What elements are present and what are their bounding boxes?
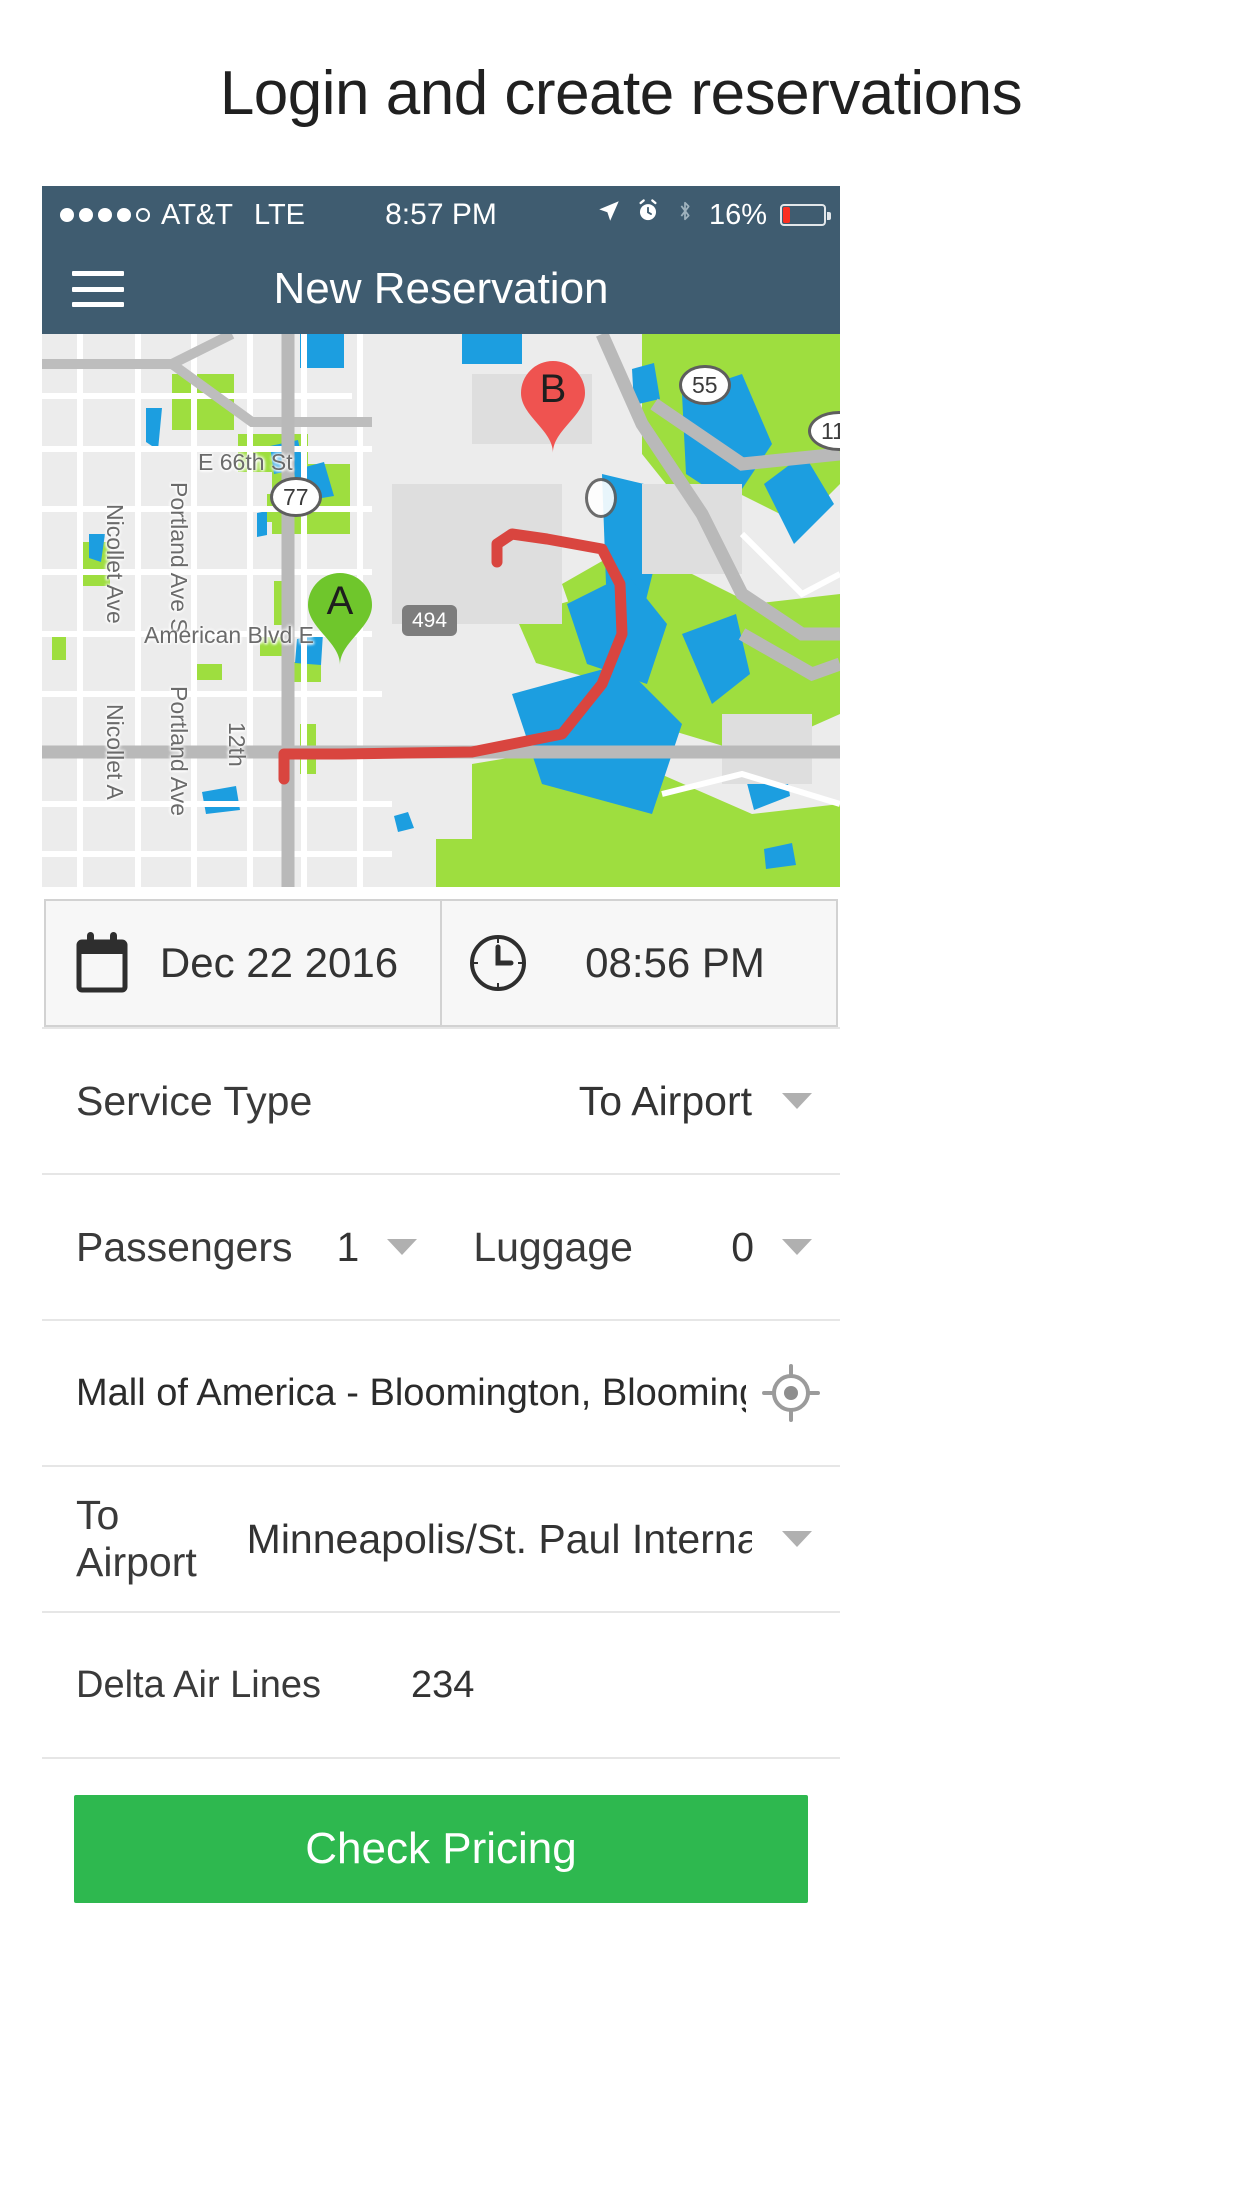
interstate-shield: 494 (402, 605, 458, 636)
signal-dot (60, 208, 74, 222)
airport-label: To Airport (76, 1492, 197, 1585)
crosshair-location-icon[interactable] (762, 1364, 820, 1422)
flight-number: 234 (411, 1663, 475, 1706)
battery-percent-label: 16% (708, 198, 767, 231)
calendar-icon (46, 932, 158, 994)
signal-dot (98, 208, 112, 222)
status-bar: AT&T LTE 8:57 PM 16% (42, 186, 840, 244)
map-street-label: Nicollet A (102, 704, 128, 800)
chevron-down-icon[interactable] (782, 1239, 812, 1255)
date-picker-field[interactable]: Dec 22 2016 (44, 899, 441, 1027)
clock-icon (442, 932, 554, 994)
app-navigation-bar: New Reservation (42, 244, 840, 334)
signal-dot (117, 208, 131, 222)
row-pickup-address[interactable]: Mall of America - Bloomington, Bloomingt… (42, 1319, 840, 1465)
map-marker-destination[interactable]: B (519, 360, 587, 455)
luggage-value: 0 (731, 1223, 754, 1270)
network-type-label: LTE (253, 198, 306, 231)
bluetooth-icon (674, 198, 696, 232)
passengers-label: Passengers (76, 1223, 293, 1270)
pickup-address-value[interactable]: Mall of America - Bloomington, Bloomingt… (76, 1372, 746, 1415)
map-street-label: Portland Ave S (166, 482, 192, 634)
row-passengers-luggage[interactable]: Passengers 1 Luggage 0 (42, 1173, 840, 1319)
phone-screen: AT&T LTE 8:57 PM 16% New Reservation E 6… (42, 186, 840, 2208)
map-street-label: American Blvd E (144, 622, 315, 648)
datetime-picker-row: Dec 22 2016 08:56 PM (42, 887, 840, 1027)
time-value: 08:56 PM (585, 939, 765, 986)
battery-icon (780, 204, 831, 226)
airport-value: Minneapolis/St. Paul Interna (246, 1515, 752, 1562)
chevron-down-icon[interactable] (782, 1093, 812, 1109)
screenshot-root: Login and create reservations AT&T LTE 8… (0, 0, 1242, 2208)
hamburger-bar (72, 286, 124, 292)
status-bar-left: AT&T LTE (60, 199, 305, 232)
hamburger-bar (72, 271, 124, 276)
map-street-label: Portland Ave (166, 686, 192, 817)
airline-name: Delta Air Lines (76, 1663, 322, 1706)
map-marker-origin[interactable]: A (306, 572, 374, 667)
battery-fill (783, 207, 790, 223)
date-value: Dec 22 2016 (159, 939, 399, 986)
map-street-label: 12th (224, 722, 250, 767)
alarm-clock-icon (635, 198, 661, 232)
row-flight[interactable]: Delta Air Lines 234 (42, 1611, 840, 1757)
map-marker-origin-label: A (326, 579, 354, 623)
page-title: Login and create reservations (219, 59, 1023, 128)
row-service-type[interactable]: Service Type To Airport (42, 1027, 840, 1173)
service-type-value: To Airport (578, 1077, 752, 1124)
service-type-label: Service Type (76, 1077, 313, 1124)
map-marker-destination-label: B (539, 367, 567, 411)
location-arrow-icon (596, 198, 622, 232)
hamburger-menu-icon[interactable] (72, 271, 124, 307)
highway-shield: 55 (679, 365, 731, 406)
status-bar-right: 16% (596, 198, 831, 232)
time-picker-field[interactable]: 08:56 PM (441, 899, 838, 1027)
map-street-label: E 66th St (198, 449, 293, 475)
signal-dot-empty (136, 208, 150, 222)
signal-strength-dots (60, 208, 150, 222)
map-street-label: Nicollet Ave (102, 504, 128, 624)
cta-container: Check Pricing (42, 1757, 840, 1903)
chevron-down-icon[interactable] (782, 1531, 812, 1547)
signal-dot (79, 208, 93, 222)
check-pricing-button[interactable]: Check Pricing (74, 1795, 808, 1903)
screen-title: New Reservation (273, 264, 609, 313)
reservation-form: Service Type To Airport Passengers 1 Lug… (42, 1027, 840, 1903)
luggage-label: Luggage (473, 1223, 633, 1270)
hamburger-bar (72, 302, 124, 307)
route-map[interactable]: E 66th St Nicollet Ave Portland Ave S Am… (42, 334, 840, 887)
carrier-label: AT&T (161, 198, 233, 231)
row-airport[interactable]: To Airport Minneapolis/St. Paul Interna (42, 1465, 840, 1611)
highway-shield: 77 (270, 477, 322, 518)
chevron-down-icon[interactable] (387, 1239, 418, 1255)
passengers-value: 1 (336, 1223, 360, 1270)
